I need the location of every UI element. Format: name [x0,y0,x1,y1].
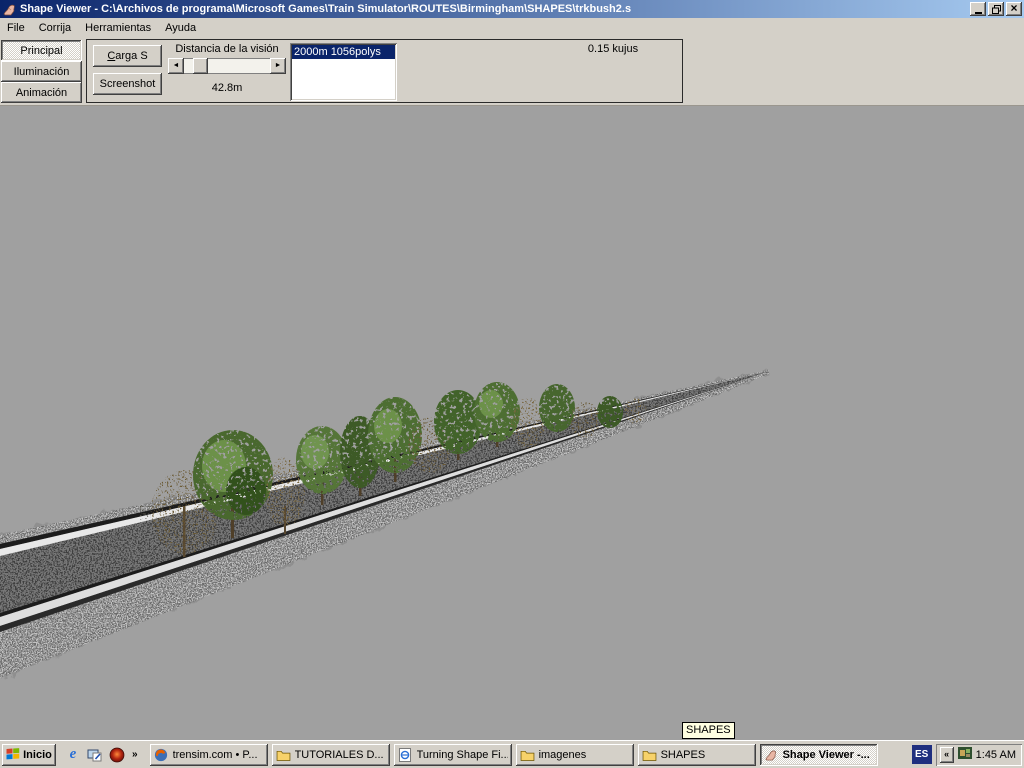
system-tray: « 1:45 AM [936,744,1022,766]
tray-app-icon[interactable] [958,747,972,762]
task-label: Turning Shape Fi... [417,749,508,761]
lod-list-item[interactable]: 2000m 1056polys [292,45,395,59]
lod-listbox[interactable]: 2000m 1056polys [290,43,397,101]
show-desktop-icon[interactable] [86,746,104,764]
task-label: SHAPES [661,749,706,761]
view-distance-value: 42.8m [165,82,289,94]
task-tutoriales[interactable]: TUTORIALES D... [272,744,390,766]
bush [624,398,646,424]
bush [570,402,600,438]
task-label: trensim.com • P... [173,749,258,761]
restore-button[interactable] [988,2,1004,16]
windows-flag-icon [6,748,20,761]
clock: 1:45 AM [976,749,1016,761]
render-time: 0.15 kujus [553,43,673,55]
tray-chevron-icon[interactable]: « [940,747,954,763]
window-controls: × [970,2,1022,16]
start-button[interactable]: Inicio [2,744,56,766]
tree [597,396,623,428]
quicklaunch-overflow-chevron-icon[interactable]: » [130,749,140,760]
folder-icon [642,748,657,762]
tab-animacion[interactable]: Animación [1,82,82,103]
menu-bar: File Corrija Herramientas Ayuda [0,18,1024,37]
task-trensim[interactable]: trensim.com • P... [150,744,268,766]
taskbar: Inicio e [0,740,1024,768]
menu-ayuda[interactable]: Ayuda [158,20,203,36]
shape-viewer-app-icon [2,2,17,16]
menu-herramientas[interactable]: Herramientas [78,20,158,36]
carga-s-rest: arga S [115,50,147,62]
language-indicator[interactable]: ES [912,745,932,764]
restore-icon [992,5,1001,14]
task-shape-viewer[interactable]: Shape Viewer -... [760,744,878,766]
tooltip-shapes: SHAPES [682,722,735,739]
tree [539,384,575,432]
window-titlebar: Shape Viewer - C:\Archivos de programa\M… [0,0,1024,18]
3d-viewport-scene [0,106,1024,740]
tab-principal[interactable]: Principal [1,40,82,61]
minimize-button[interactable] [970,2,986,16]
slider-track[interactable] [184,58,270,74]
screenshot-button[interactable]: Screenshot [93,73,162,95]
opera-browser-icon[interactable] [108,746,126,764]
toolbar-panel: Carga S Screenshot Distancia de la visió… [86,39,683,103]
tab-iluminacion[interactable]: Iluminación [1,61,82,82]
task-label: TUTORIALES D... [295,749,384,761]
task-buttons: trensim.com • P... TUTORIALES D... [150,744,908,766]
task-turning-shape[interactable]: Turning Shape Fi... [394,744,512,766]
slider-left-arrow-icon[interactable]: ◄ [168,58,184,74]
shape-viewer-icon [764,748,779,762]
quick-launch: e [64,746,140,764]
view-distance-slider[interactable]: ◄ ► [168,58,286,74]
folder-icon [276,748,291,762]
close-icon: × [1010,2,1017,14]
internet-explorer-icon[interactable]: e [64,746,82,764]
carga-s-button[interactable]: Carga S [93,45,162,67]
menu-corrija[interactable]: Corrija [32,20,78,36]
window-title: Shape Viewer - C:\Archivos de programa\M… [20,3,970,15]
task-label: imagenes [539,749,587,761]
screen: Shape Viewer - C:\Archivos de programa\M… [0,0,1024,768]
firefox-icon [154,748,169,762]
task-label: Shape Viewer -... [783,749,870,761]
view-mode-buttons: Principal Iluminación Animación [1,40,82,103]
slider-right-arrow-icon[interactable]: ► [270,58,286,74]
close-button[interactable]: × [1006,2,1022,16]
toolbar: Principal Iluminación Animación Carga S … [0,37,1024,106]
task-shapes[interactable]: SHAPES [638,744,756,766]
view-distance-label: Distancia de la visión [165,43,289,55]
task-imagenes[interactable]: imagenes [516,744,634,766]
viewport[interactable] [0,106,1024,740]
menu-file[interactable]: File [0,20,32,36]
slider-thumb[interactable] [193,58,208,74]
ie-document-icon [398,748,413,762]
folder-icon [520,748,535,762]
start-label: Inicio [23,749,52,761]
minimize-icon [975,12,982,14]
